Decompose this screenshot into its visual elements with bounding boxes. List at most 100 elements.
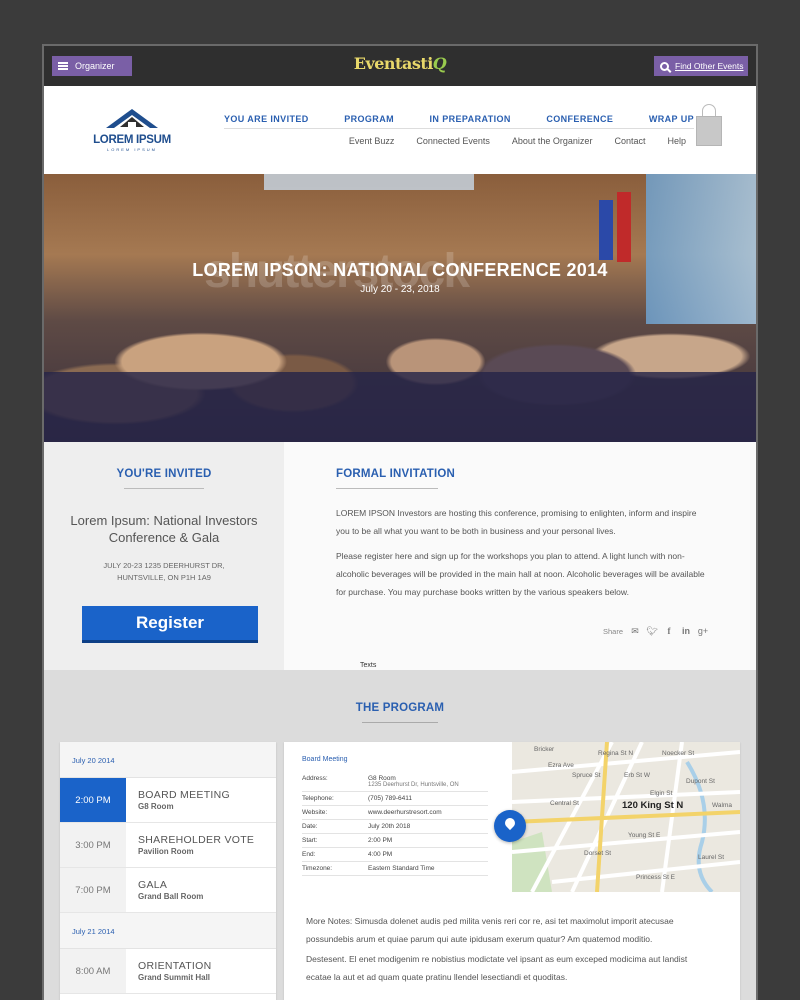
detail-heading: Board Meeting [302,756,348,763]
nav-you-are-invited[interactable]: YOU ARE INVITED [224,114,309,124]
detail-key: End: [302,851,316,858]
googleplus-icon[interactable]: g+ [698,626,708,636]
map-street-label: Bricker [534,746,555,753]
linkedin-icon[interactable]: in [681,626,691,636]
browser-frame: Organizer EventastiQ Find Other Events L… [42,44,758,1000]
day-header: July 21 2014 [60,913,276,949]
schedule-list: July 20 2014 2:00 PM BOARD MEETING G8 Roo… [60,742,276,1000]
youre-invited-title: YOU'RE INVITED [116,468,212,480]
texts-label: Texts [360,662,377,669]
search-icon [660,61,669,71]
find-other-events-label: Find Other Events [675,61,744,71]
detail-row: Timezone: Eastern Standard Time [302,862,488,876]
detail-value: July 20th 2018 [368,823,411,830]
detail-row: Date: July 20th 2018 [302,820,488,834]
detail-value: Eastern Standard Time [368,865,435,872]
map-street-label: Walma [712,802,732,809]
detail-value: (705) 789-6411 [368,795,412,802]
map-street-label: Noecker St [662,750,695,757]
program-title: THE PROGRAM [355,702,445,714]
hero-overlay [44,372,756,442]
subnav-help[interactable]: Help [667,136,686,146]
detail-row: End: 4:00 PM [302,848,488,862]
day-header: July 20 2014 [60,742,276,778]
detail-key: Start: [302,837,318,844]
address-line1: JULY 20-23 1235 DEERHURST DR, [103,561,225,570]
twitter-icon[interactable]: 🐦︎ [646,626,657,636]
subnav-contact[interactable]: Contact [614,136,645,146]
slot-name: ORIENTATION [138,960,212,972]
map-street-label: Dorset St [584,850,612,857]
detail-table: Address: G8 Room 1235 Deerhurst Dr, Huntsv… [302,772,488,876]
brand-tagline: LOREM IPSUM [106,147,157,152]
slot-name: SHAREHOLDER VOTE [138,834,255,846]
hero-title: LOREM IPSON: NATIONAL CONFERENCE 2014 [192,260,608,280]
invite-panel: YOU'RE INVITED Lorem Ipsum: National Inv… [44,442,284,670]
detail-row: Address: G8 Room 1235 Deerhurst Dr, Huntsv… [302,772,488,792]
detail-key: Address: [302,775,328,782]
conference-name: Lorem Ipsum: National Investors Conferen… [70,513,258,545]
map-street-label: Dupont St [686,778,715,785]
slot-time: 3:00 PM [60,823,126,867]
slot-time: 2:00 PM [60,778,126,822]
detail-value[interactable]: www.deerhurstresort.com [368,809,488,816]
detail-value: G8 Room [368,775,396,782]
detail-row: Website: www.deerhurstresort.com [302,806,488,820]
map-address-label: 120 King St N [622,800,684,811]
map-pin-icon[interactable] [494,810,526,842]
subnav-connected-events[interactable]: Connected Events [416,136,490,146]
detail-value: 4:00 PM [368,851,393,858]
site-header: LOREM IPSUM LOREM IPSUM YOU ARE INVITED … [44,86,756,174]
brand-name: LOREM IPSUM [93,134,171,146]
title-underline [362,722,438,723]
shopping-bag-icon[interactable] [696,102,724,146]
schedule-item[interactable]: 8:00 AM ORIENTATION Grand Summit Hall [60,949,276,994]
map-streets [512,742,740,892]
detail-value-sub: 1235 Deerhurst Dr, Huntsville, ON [368,782,459,788]
formal-invitation-title: FORMAL INVITATION [336,468,456,480]
title-underline [124,488,204,489]
share-bar: Share ✉ 🐦︎ f in g+ [602,626,708,637]
map-street-label: Elgin St [650,790,673,797]
subnav-event-buzz[interactable]: Event Buzz [349,136,395,146]
site-logo[interactable]: EventastiQ [44,54,756,73]
detail-row: Start: 2:00 PM [302,834,488,848]
nav-program[interactable]: PROGRAM [344,114,394,124]
map-street-label: Erb St W [624,772,651,779]
slot-time: 7:00 PM [60,868,126,912]
hero-banner: shutterstock [44,174,756,442]
slot-name: GALA [138,879,168,891]
schedule-item[interactable]: 7:00 PM GALA Grand Ball Room [60,868,276,913]
find-other-events-button[interactable]: Find Other Events [654,56,748,76]
location-map[interactable]: Ezra Ave Elgin St Central St Young St E … [512,742,740,892]
detail-key: Telephone: [302,795,334,802]
slot-room: Grand Summit Hall [138,973,211,982]
detail-row: Telephone: (705) 789-6411 [302,792,488,806]
brand-logo[interactable]: LOREM IPSUM LOREM IPSUM [92,108,172,154]
notes-paragraph: More Notes: Simusda dolenet audis ped mi… [306,916,674,944]
register-button[interactable]: Register [82,606,258,640]
top-bar: Organizer EventastiQ Find Other Events [44,46,756,86]
detail-value: 2:00 PM [368,837,393,844]
mail-icon[interactable]: ✉ [630,626,640,636]
nav-wrap-up[interactable]: WRAP UP [649,114,694,124]
slot-room: Pavilion Room [138,847,194,856]
schedule-item[interactable]: 2:00 PM BOARD MEETING G8 Room [60,778,276,823]
main-nav: YOU ARE INVITED PROGRAM IN PREPARATION C… [224,114,694,129]
share-label: Share [602,626,623,636]
map-street-label: Central St [550,800,579,807]
slot-name: BOARD MEETING [138,789,230,801]
invitation-paragraph: Please register here and sign up for the… [336,551,705,597]
logo-text: Eventasti [353,54,434,73]
subnav-about-organizer[interactable]: About the Organizer [512,136,593,146]
slot-room: Grand Ball Room [138,892,204,901]
nav-in-preparation[interactable]: IN PREPARATION [430,114,511,124]
detail-key: Date: [302,823,318,830]
nav-conference[interactable]: CONFERENCE [546,114,613,124]
hero-date: July 20 - 23, 2018 [360,284,440,295]
detail-key: Website: [302,809,328,816]
schedule-item[interactable]: 3:00 PM SHAREHOLDER VOTE Pavilion Room [60,823,276,868]
map-street-label: Princess St E [636,874,676,881]
facebook-icon[interactable]: f [664,626,674,636]
title-underline [336,488,438,489]
